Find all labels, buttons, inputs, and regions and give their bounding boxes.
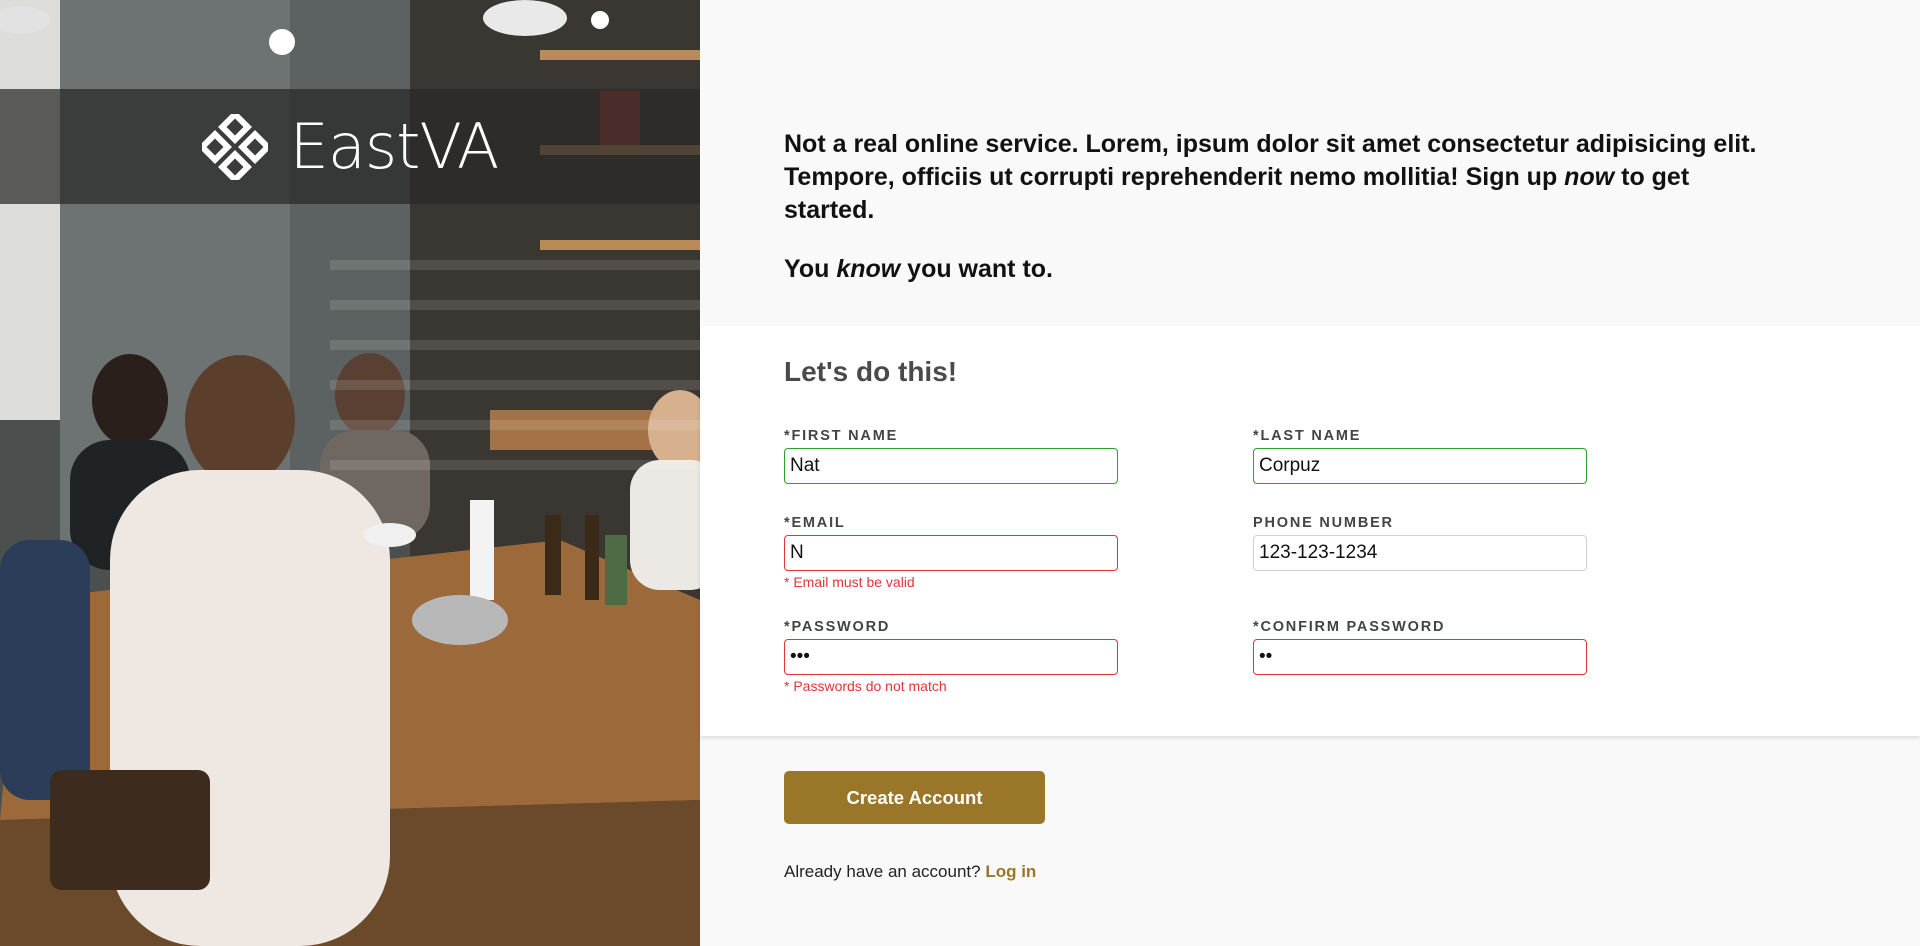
last-name-label: *LAST NAME bbox=[1253, 428, 1362, 444]
tagline-emphasis-know: know bbox=[836, 255, 901, 283]
intro-text: Not a real online service. Lorem, ipsum … bbox=[784, 128, 1784, 286]
intro-tagline: You know you want to. bbox=[784, 253, 1784, 286]
first-name-label: *FIRST NAME bbox=[784, 428, 899, 444]
confirm-password-label: *CONFIRM PASSWORD bbox=[1253, 619, 1446, 635]
password-error-message: * Passwords do not match bbox=[784, 678, 947, 694]
phone-label: PHONE NUMBER bbox=[1253, 515, 1394, 531]
signup-form: Let's do this! *FIRST NAME Nat *LAST NAM… bbox=[700, 326, 1920, 736]
intro-emphasis-now: now bbox=[1564, 163, 1615, 191]
intro-paragraph: Not a real online service. Lorem, ipsum … bbox=[784, 128, 1784, 227]
login-prompt-text: Already have an account? bbox=[784, 862, 986, 881]
confirm-password-input[interactable]: •• bbox=[1253, 639, 1587, 675]
first-name-input[interactable]: Nat bbox=[784, 448, 1118, 484]
diamond-knot-icon bbox=[201, 113, 268, 180]
create-account-button[interactable]: Create Account bbox=[784, 771, 1045, 824]
login-link[interactable]: Log in bbox=[985, 862, 1036, 881]
tagline-end: you want to. bbox=[900, 255, 1053, 283]
signup-page: EastVA Not a real online service. Lorem,… bbox=[0, 0, 1920, 946]
email-field-group: *EMAIL N * Email must be valid bbox=[784, 515, 1118, 590]
last-name-input[interactable]: Corpuz bbox=[1253, 448, 1587, 484]
password-label: *PASSWORD bbox=[784, 619, 891, 635]
hero-image-panel: EastVA bbox=[0, 0, 700, 946]
email-error-message: * Email must be valid bbox=[784, 574, 915, 590]
email-input[interactable]: N bbox=[784, 535, 1118, 571]
last-name-field-group: *LAST NAME Corpuz bbox=[1253, 428, 1587, 484]
main-content: Not a real online service. Lorem, ipsum … bbox=[700, 0, 1920, 946]
tagline-start: You bbox=[784, 255, 837, 283]
login-prompt: Already have an account? Log in bbox=[784, 862, 1036, 882]
first-name-field-group: *FIRST NAME Nat bbox=[784, 428, 1118, 484]
password-input[interactable]: ••• bbox=[784, 639, 1118, 675]
confirm-password-field-group: *CONFIRM PASSWORD •• bbox=[1253, 619, 1587, 675]
brand-name: EastVA bbox=[289, 110, 500, 183]
logo-banner: EastVA bbox=[0, 89, 700, 204]
phone-field-group: PHONE NUMBER 123-123-1234 bbox=[1253, 515, 1587, 571]
phone-input[interactable]: 123-123-1234 bbox=[1253, 535, 1587, 571]
form-title: Let's do this! bbox=[784, 356, 958, 387]
password-field-group: *PASSWORD ••• * Passwords do not match bbox=[784, 619, 1118, 694]
email-label: *EMAIL bbox=[784, 515, 846, 531]
